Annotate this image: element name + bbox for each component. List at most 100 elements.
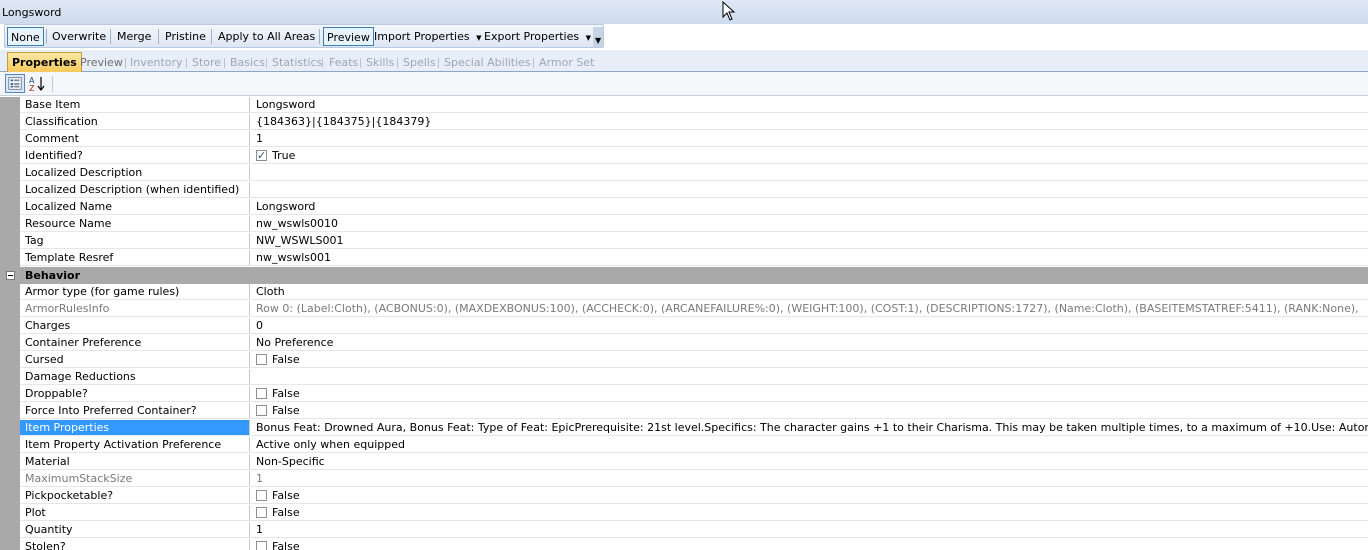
property-name[interactable]: Cursed — [20, 352, 250, 368]
property-name[interactable]: Comment — [20, 131, 250, 147]
property-name[interactable]: Localized Name — [20, 199, 250, 215]
alphabetical-sort-icon[interactable]: A Z — [27, 74, 47, 93]
tab-statistics[interactable]: Statistics — [272, 54, 322, 72]
property-name[interactable]: Pickpocketable? — [20, 488, 250, 504]
property-row-resource-name[interactable]: Resource Name nw_wswls0010 — [0, 216, 1368, 233]
checkbox-unchecked-icon[interactable] — [256, 541, 267, 550]
property-value[interactable]: False — [251, 505, 1368, 521]
tab-properties[interactable]: Properties — [7, 52, 82, 72]
tab-feats[interactable]: Feats — [329, 54, 358, 72]
tab-armor-set[interactable]: Armor Set — [539, 54, 594, 72]
property-name[interactable]: Force Into Preferred Container? — [20, 403, 250, 419]
property-name[interactable]: Template Resref — [20, 250, 250, 266]
property-value[interactable]: {184363}|{184375}|{184379} — [251, 114, 1368, 130]
property-row-armorrulesinfo[interactable]: ArmorRulesInfo Row 0: (Label:Cloth), (ACB… — [0, 301, 1368, 318]
property-value[interactable]: Longsword — [251, 97, 1368, 113]
property-name[interactable]: MaximumStackSize — [20, 471, 250, 487]
property-row-material[interactable]: Material Non-Specific — [0, 454, 1368, 471]
property-row-container-preference[interactable]: Container Preference No Preference — [0, 335, 1368, 352]
property-value[interactable]: nw_wswls001 — [251, 250, 1368, 266]
checkbox-unchecked-icon[interactable] — [256, 388, 267, 399]
overwrite-button[interactable]: Overwrite — [49, 27, 109, 46]
property-name[interactable]: Container Preference — [20, 335, 250, 351]
property-name[interactable]: Localized Description — [20, 165, 250, 181]
property-name[interactable]: Damage Reductions — [20, 369, 250, 385]
property-name[interactable]: ArmorRulesInfo — [20, 301, 250, 317]
export-properties-dropdown[interactable]: Export Properties ▼ — [481, 27, 594, 46]
property-name[interactable]: Armor type (for game rules) — [20, 284, 250, 300]
property-value[interactable] — [251, 369, 1368, 385]
property-row-droppable[interactable]: Droppable? False — [0, 386, 1368, 403]
property-name[interactable]: Item Property Activation Preference — [20, 437, 250, 453]
property-value[interactable]: Longsword — [251, 199, 1368, 215]
checkbox-unchecked-icon[interactable] — [256, 507, 267, 518]
property-row-classification[interactable]: Classification {184363}|{184375}|{184379} — [0, 114, 1368, 131]
property-row-damage-reductions[interactable]: Damage Reductions — [0, 369, 1368, 386]
property-value[interactable]: 1 — [251, 131, 1368, 147]
property-row-base-item[interactable]: Base Item Longsword — [0, 97, 1368, 114]
property-row-stolen[interactable]: Stolen? False — [0, 539, 1368, 550]
property-row-identified[interactable]: Identified? True — [0, 148, 1368, 165]
property-name[interactable]: Localized Description (when identified) — [20, 182, 250, 198]
property-value[interactable]: nw_wswls0010 — [251, 216, 1368, 232]
property-name[interactable]: Base Item — [20, 97, 250, 113]
property-name[interactable]: Stolen? — [20, 539, 250, 550]
property-row-plot[interactable]: Plot False — [0, 505, 1368, 522]
property-name[interactable]: Charges — [20, 318, 250, 334]
checkbox-unchecked-icon[interactable] — [256, 490, 267, 501]
property-value[interactable]: False — [251, 539, 1368, 550]
tab-inventory[interactable]: Inventory — [130, 54, 183, 72]
property-name[interactable]: Material — [20, 454, 250, 470]
property-name[interactable]: Tag — [20, 233, 250, 249]
toolbar-overflow-grip[interactable]: ▼ — [593, 27, 603, 47]
property-row-localized-description[interactable]: Localized Description — [0, 165, 1368, 182]
tab-skills[interactable]: Skills — [366, 54, 394, 72]
property-value[interactable] — [251, 165, 1368, 181]
property-row-item-properties[interactable]: Item Properties Bonus Feat: Drowned Aura,… — [0, 420, 1368, 437]
property-name[interactable]: Classification — [20, 114, 250, 130]
property-value[interactable]: False — [251, 352, 1368, 368]
collapse-icon[interactable] — [6, 271, 15, 280]
property-row-localized-name[interactable]: Localized Name Longsword — [0, 199, 1368, 216]
property-value[interactable]: Bonus Feat: Drowned Aura, Bonus Feat: Ty… — [251, 420, 1368, 436]
property-row-cursed[interactable]: Cursed False — [0, 352, 1368, 369]
property-name[interactable]: Resource Name — [20, 216, 250, 232]
property-name[interactable]: Plot — [20, 505, 250, 521]
property-name[interactable]: Droppable? — [20, 386, 250, 402]
tab-preview[interactable]: Preview — [80, 54, 123, 72]
property-row-template-resref[interactable]: Template Resref nw_wswls001 — [0, 250, 1368, 267]
property-row-comment[interactable]: Comment 1 — [0, 131, 1368, 148]
pristine-button[interactable]: Pristine — [162, 27, 209, 46]
property-value[interactable]: 0 — [251, 318, 1368, 334]
property-value[interactable]: Cloth — [251, 284, 1368, 300]
checkbox-unchecked-icon[interactable] — [256, 405, 267, 416]
property-value[interactable]: False — [251, 488, 1368, 504]
none-button[interactable]: None — [7, 27, 44, 46]
property-row-armor-type-for-game-rules[interactable]: Armor type (for game rules) Cloth — [0, 284, 1368, 301]
property-row-quantity[interactable]: Quantity 1 — [0, 522, 1368, 539]
merge-button[interactable]: Merge — [114, 27, 154, 46]
property-row-tag[interactable]: Tag NW_WSWLS001 — [0, 233, 1368, 250]
import-properties-dropdown[interactable]: Import Properties ▼ — [371, 27, 485, 46]
tab-store[interactable]: Store — [192, 54, 221, 72]
tab-spells[interactable]: Spells — [403, 54, 436, 72]
property-value[interactable]: False — [251, 386, 1368, 402]
checkbox-unchecked-icon[interactable] — [256, 354, 267, 365]
property-row-charges[interactable]: Charges 0 — [0, 318, 1368, 335]
property-row-pickpocketable[interactable]: Pickpocketable? False — [0, 488, 1368, 505]
property-value[interactable]: Active only when equipped — [251, 437, 1368, 453]
property-value[interactable]: False — [251, 403, 1368, 419]
property-value[interactable]: True — [251, 148, 1368, 164]
preview-button[interactable]: Preview — [323, 27, 374, 46]
category-behavior[interactable]: Behavior — [0, 267, 1368, 284]
property-name[interactable]: Item Properties — [20, 420, 250, 436]
property-name[interactable]: Identified? — [20, 148, 250, 164]
tab-special-abilities[interactable]: Special Abilities — [444, 54, 531, 72]
property-row-force-into-preferred-container[interactable]: Force Into Preferred Container? False — [0, 403, 1368, 420]
property-row-item-property-activation-preference[interactable]: Item Property Activation Preference Activ… — [0, 437, 1368, 454]
property-row-localized-description-when-identified[interactable]: Localized Description (when identified) — [0, 182, 1368, 199]
property-value[interactable]: Non-Specific — [251, 454, 1368, 470]
property-row-maximumstacksize[interactable]: MaximumStackSize 1 — [0, 471, 1368, 488]
apply-to-all-areas-button[interactable]: Apply to All Areas — [215, 27, 318, 46]
tab-basics[interactable]: Basics — [230, 54, 265, 72]
